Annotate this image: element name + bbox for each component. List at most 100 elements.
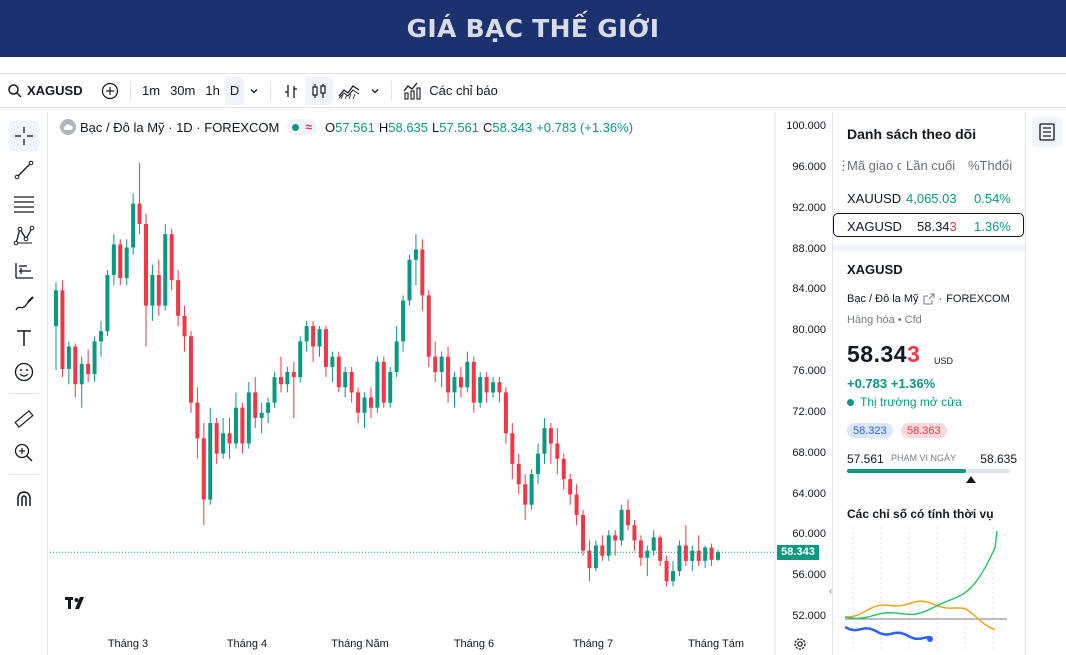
candle-body [246, 392, 251, 444]
crosshair-tool[interactable] [9, 121, 39, 151]
price-axis-label: 96.000 [792, 160, 826, 173]
candle [465, 351, 470, 393]
candle-body [259, 412, 264, 418]
compare-symbol-button[interactable] [96, 77, 124, 105]
pattern-tool[interactable] [9, 221, 39, 251]
row-symbol: XAUUSD [847, 191, 902, 206]
price-axis-label: 80.000 [792, 324, 826, 337]
candle-body [510, 433, 515, 464]
external-link-icon[interactable] [923, 293, 935, 305]
measure-tool[interactable] [9, 404, 39, 434]
candle-body [336, 356, 341, 388]
candle-body [356, 392, 361, 413]
candle [163, 223, 168, 311]
detail-symbol[interactable]: XAGUSD [847, 262, 903, 277]
watchlist-toggle-button[interactable] [1032, 117, 1062, 147]
emoji-tool[interactable] [9, 357, 39, 387]
candle [381, 356, 386, 408]
column-symbol[interactable]: Mã giao dịch [847, 158, 901, 173]
candle-body [54, 290, 58, 327]
candle [291, 361, 296, 418]
row-last-main: 58.34 [917, 219, 950, 234]
bars-icon [285, 84, 298, 98]
symbol-search-button[interactable]: XAGUSD [0, 77, 92, 105]
price-chart[interactable]: Bạc / Đô la Mỹ · 1D · FOREXCOM ≈ O 57.561… [50, 112, 830, 655]
price-axis-label: 88.000 [792, 242, 826, 255]
text-icon [17, 330, 31, 346]
interval-1h[interactable]: 1h [200, 77, 224, 105]
candle [587, 540, 592, 582]
candle [105, 269, 110, 337]
price-axis-label: 68.000 [792, 446, 826, 459]
watchlist-panel: Danh sách theo dõi ⋮ Mã giao dịch Lần cu… [832, 112, 1026, 655]
candle-body [401, 300, 406, 342]
candle [690, 545, 695, 572]
candle [253, 377, 258, 429]
gear-icon [794, 638, 806, 650]
candle-body [362, 397, 367, 413]
watchlist-row-xauusd[interactable]: XAUUSD 4,065.03 0.54% [833, 186, 1026, 210]
chart-canvas[interactable] [50, 112, 830, 655]
candle [394, 326, 399, 378]
interval-1m[interactable]: 1m [137, 77, 165, 105]
row-change: 0.54% [974, 191, 1011, 206]
forecast-tool[interactable] [9, 255, 39, 285]
candle [703, 545, 708, 568]
column-change[interactable]: %Thđổi [968, 158, 1012, 173]
candle [716, 549, 720, 561]
candle-body [214, 423, 219, 454]
candle-body [394, 341, 399, 372]
tradingview-logo[interactable] [63, 591, 91, 615]
trend-line-tool[interactable] [9, 155, 39, 185]
seasonals-chart[interactable] [845, 527, 1011, 652]
interval-dropdown[interactable] [244, 77, 264, 105]
candle [92, 336, 97, 383]
candle [111, 234, 116, 286]
chart-style-dropdown[interactable] [365, 77, 385, 105]
candle-body [278, 377, 283, 385]
candle [362, 392, 367, 429]
column-last[interactable]: Lần cuối [906, 158, 955, 173]
brush-tool[interactable] [9, 289, 39, 319]
candle-body [169, 234, 174, 281]
candle [497, 377, 502, 403]
candle-body [568, 479, 573, 495]
text-tool[interactable] [9, 323, 39, 353]
page-banner: GIÁ BẠC THẾ GIỚI [0, 0, 1066, 57]
candle [73, 343, 78, 398]
candle [478, 372, 483, 408]
candle-body [703, 547, 708, 561]
approx-icon: ≈ [305, 120, 312, 134]
candle [79, 356, 84, 408]
seasonals-series-orange [845, 600, 996, 631]
interval-d[interactable]: D [224, 76, 245, 105]
bar-style-button[interactable] [277, 77, 305, 105]
candle [60, 280, 65, 378]
toolbar-divider [270, 80, 272, 101]
detail-description-text[interactable]: Bạc / Đô la Mỹ [847, 293, 919, 305]
candle [208, 407, 213, 505]
market-status-pill[interactable]: ≈ [287, 119, 317, 135]
seasonals-title[interactable]: Các chỉ số có tính thời vụ [847, 507, 994, 521]
magnet-tool[interactable] [9, 484, 39, 514]
watchlist-row-xagusd[interactable]: XAGUSD 58.343 1.36% [833, 213, 1024, 237]
candle [298, 336, 303, 383]
candle-body [548, 428, 553, 444]
toolbar-divider [391, 80, 393, 101]
candle-body [716, 552, 720, 560]
candle [227, 417, 232, 459]
fib-tool[interactable] [9, 188, 39, 218]
detail-price: 58.343 [847, 341, 920, 368]
crosshair-icon [15, 127, 33, 145]
candle [529, 468, 534, 510]
candle-body [150, 275, 155, 306]
candle-body [66, 346, 71, 369]
area-style-button[interactable] [333, 77, 365, 105]
candles-style-button[interactable] [305, 76, 334, 105]
interval-30m[interactable]: 30m [165, 77, 200, 105]
chart-settings-button[interactable] [792, 636, 808, 655]
zoom-tool[interactable] [9, 438, 39, 468]
indicators-icon [403, 82, 421, 100]
indicators-button[interactable]: Các chỉ báo [398, 77, 503, 105]
candle-body [304, 326, 309, 342]
